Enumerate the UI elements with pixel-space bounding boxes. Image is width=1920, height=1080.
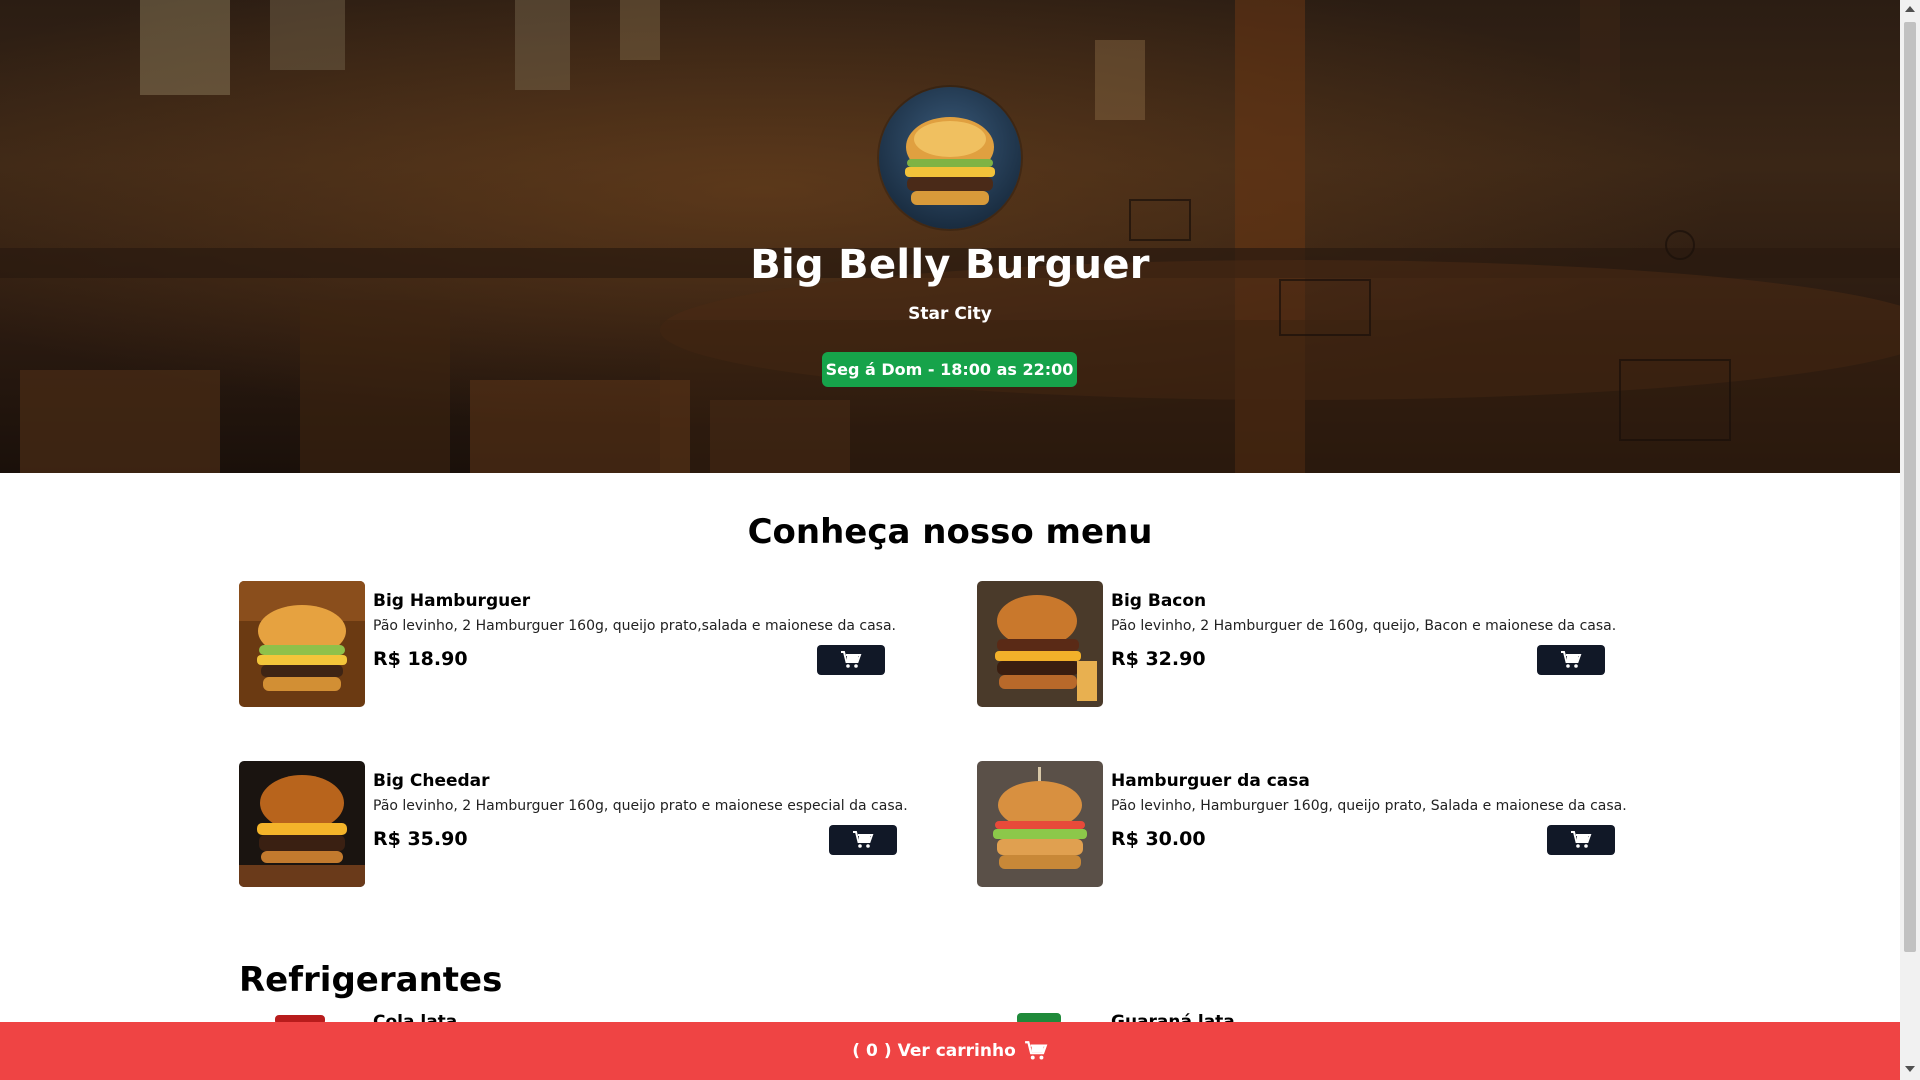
cart-count: 0 [866,1041,878,1061]
menu-item: Big Hamburguer Pão levinho, 2 Hamburguer… [239,581,939,707]
menu-item: Big Cheedar Pão levinho, 2 Hamburguer 16… [239,761,939,887]
add-to-cart-button[interactable] [1547,825,1615,855]
cart-icon [841,651,862,668]
scroll-up-arrow-icon[interactable] [1905,6,1915,12]
view-cart-label: Ver carrinho [897,1041,1016,1061]
burger-logo-image [905,117,995,205]
add-to-cart-button[interactable] [1537,645,1605,675]
menu-item-description: Pão levinho, Hamburguer 160g, queijo pra… [1111,798,1627,814]
menu-item: Big Bacon Pão levinho, 2 Hamburguer de 1… [977,581,1677,707]
restaurant-name: Big Belly Burguer [750,242,1150,288]
view-cart-bar[interactable]: ( 0 ) Ver carrinho [0,1022,1900,1080]
restaurant-city: Star City [908,304,992,324]
menu-item-name: Big Bacon [1111,591,1207,611]
menu-item-description: Pão levinho, 2 Hamburguer 160g, queijo p… [373,618,897,634]
menu-item-image [239,581,365,707]
cart-icon [1561,651,1582,668]
menu-item-image [977,761,1103,887]
menu-item-price: R$ 32.90 [1111,648,1206,670]
drinks-section-title: Refrigerantes [239,960,503,1000]
cart-icon [1571,831,1592,848]
add-to-cart-button[interactable] [817,645,885,675]
menu-item-description: Pão levinho, 2 Hamburguer 160g, queijo p… [373,798,908,814]
hero-banner: Big Belly Burguer Star City Seg á Dom - … [0,0,1900,473]
menu-item: Hamburguer da casa Pão levinho, Hamburgu… [977,761,1677,887]
menu-item-name: Hamburguer da casa [1111,771,1310,791]
menu-item-name: Big Cheedar [373,771,490,791]
cart-count-open-paren: ( [852,1041,861,1061]
restaurant-logo [879,87,1021,229]
page: Big Belly Burguer Star City Seg á Dom - … [0,0,1900,1080]
restaurant-background-image [0,0,1900,473]
opening-hours-badge: Seg á Dom - 18:00 as 22:00 [822,352,1077,387]
menu-item-price: R$ 18.90 [373,648,468,670]
menu-item-image [977,581,1103,707]
menu-item-price: R$ 35.90 [373,828,468,850]
cart-count-close-paren: ) [883,1041,892,1061]
scrollbar-thumb[interactable] [1904,22,1916,952]
menu-item-image [239,761,365,887]
menu-item-name: Big Hamburguer [373,591,531,611]
scroll-down-arrow-icon[interactable] [1905,1066,1915,1072]
vertical-scrollbar[interactable] [1900,0,1920,1080]
add-to-cart-button[interactable] [829,825,897,855]
cart-icon [853,831,874,848]
menu-item-description: Pão levinho, 2 Hamburguer de 160g, queij… [1111,618,1617,634]
menu-section-title: Conheça nosso menu [747,512,1153,552]
menu-item-price: R$ 30.00 [1111,828,1206,850]
cart-icon [1024,1041,1048,1061]
